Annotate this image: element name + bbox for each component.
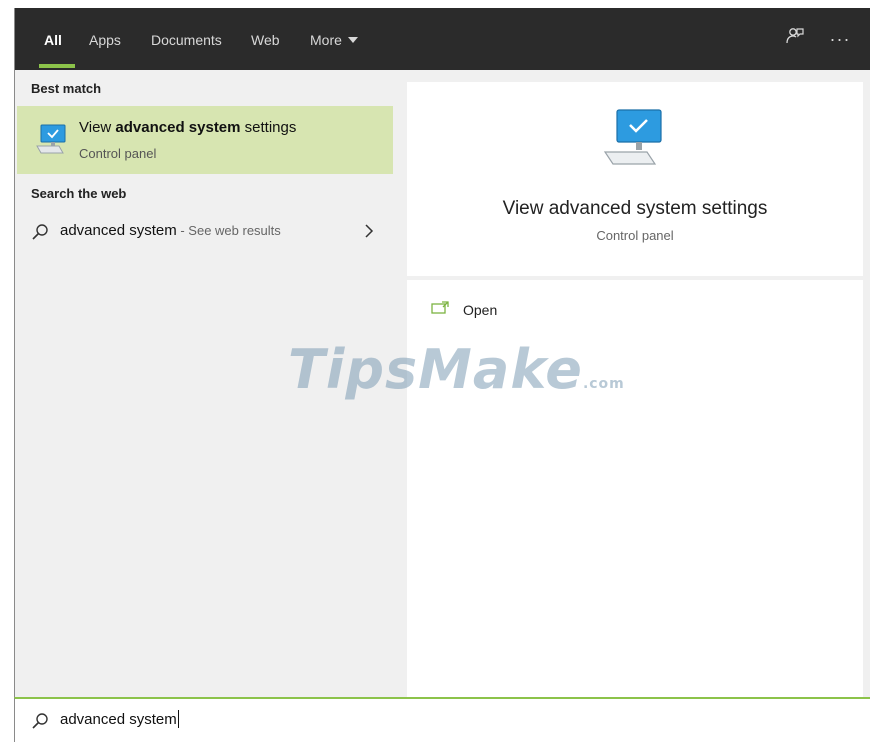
result-preview-card: View advanced system settings Control pa…: [407, 82, 863, 276]
tab-documents[interactable]: Documents: [151, 8, 222, 70]
chevron-right-icon-graphic: [365, 224, 374, 238]
search-input[interactable]: advanced system: [60, 710, 179, 729]
watermark-logo: TipsMake.com: [288, 338, 625, 401]
best-match-title-bold: advanced system: [115, 119, 241, 136]
tab-documents-label: Documents: [151, 32, 222, 48]
search-icon-graphic: [32, 224, 48, 240]
best-match-title-suffix: settings: [240, 119, 297, 136]
search-tab-bar: All Apps Documents Web More ···: [15, 8, 870, 70]
search-icon: [31, 223, 49, 246]
search-input-value: advanced system: [60, 711, 177, 728]
watermark-suffix: .com: [582, 376, 625, 392]
system-settings-large-icon: [603, 108, 669, 173]
search-box[interactable]: advanced system: [14, 697, 870, 742]
best-match-heading: Best match: [31, 81, 102, 96]
tab-web-label: Web: [251, 32, 280, 48]
system-settings-icon-graphic: [36, 124, 66, 154]
tab-apps-label: Apps: [89, 32, 121, 48]
watermark-main: TipsMake: [288, 338, 583, 401]
best-match-result[interactable]: View advanced system settings Control pa…: [17, 106, 393, 174]
search-box-icon: [31, 712, 49, 735]
web-result-suffix: - See web results: [176, 223, 281, 238]
feedback-icon-graphic: [786, 28, 804, 44]
system-settings-icon: [35, 123, 69, 160]
system-settings-large-icon-graphic: [603, 109, 662, 165]
chevron-right-icon[interactable]: [363, 223, 375, 244]
web-result-text: advanced system - See web results: [60, 222, 281, 239]
text-cursor: [177, 710, 179, 729]
tab-all[interactable]: All: [44, 8, 62, 70]
more-options-icon[interactable]: ···: [827, 26, 853, 52]
preview-subtitle: Control panel: [596, 228, 674, 243]
chevron-down-icon: [347, 37, 358, 44]
best-match-title-prefix: View: [79, 119, 116, 136]
search-web-heading: Search the web: [31, 186, 127, 201]
search-box-icon-graphic: [32, 713, 48, 729]
web-result[interactable]: advanced system - See web results: [17, 216, 393, 246]
tab-all-label: All: [44, 32, 62, 48]
preview-title: View advanced system settings: [502, 198, 768, 219]
tab-apps[interactable]: Apps: [89, 8, 121, 70]
feedback-icon[interactable]: [782, 26, 808, 52]
open-icon: [431, 300, 451, 321]
best-match-title: View advanced system settings: [79, 119, 296, 136]
best-match-subtitle: Control panel: [79, 146, 157, 161]
tab-more-label: More: [310, 32, 342, 48]
tab-web[interactable]: Web: [251, 8, 280, 70]
more-options-glyph: ···: [829, 29, 851, 49]
open-label: Open: [463, 302, 498, 318]
tab-more[interactable]: More: [310, 8, 358, 70]
web-result-query: advanced system: [60, 222, 177, 239]
open-icon-graphic: [431, 301, 449, 314]
active-tab-indicator: [39, 64, 75, 68]
